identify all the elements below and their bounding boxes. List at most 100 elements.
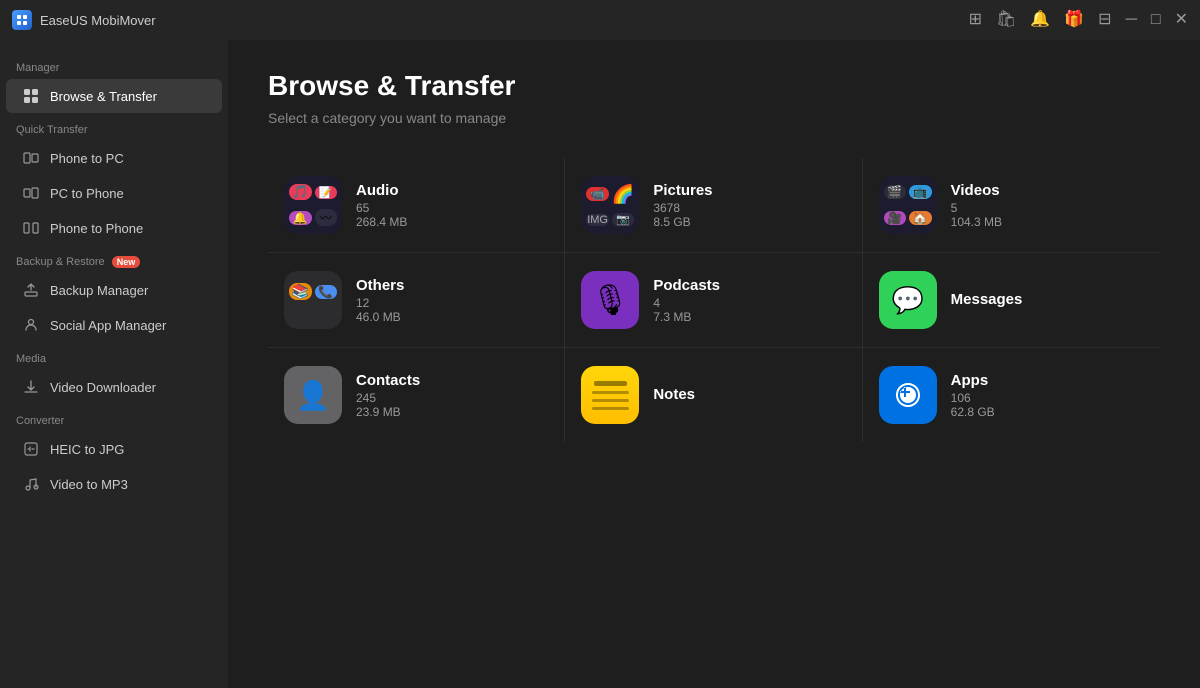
pictures-count: 3678 [653, 201, 712, 215]
sidebar-item-phone-to-pc[interactable]: Phone to PC [6, 141, 222, 175]
sidebar-item-heic-to-jpg[interactable]: HEIC to JPG [6, 432, 222, 466]
sidebar-item-label: Phone to Phone [50, 221, 143, 236]
gift-icon[interactable]: 🎁 [1064, 12, 1084, 28]
contacts-info: Contacts 245 23.9 MB [356, 372, 420, 419]
new-badge: New [112, 256, 141, 268]
audio-info: Audio 65 268.4 MB [356, 182, 407, 229]
sidebar-item-phone-to-phone[interactable]: Phone to Phone [6, 211, 222, 245]
podcasts-icon: 🎙 [581, 271, 639, 329]
contacts-count: 245 [356, 391, 420, 405]
sidebar-item-video-downloader[interactable]: Video Downloader [6, 370, 222, 404]
sidebar-item-backup-manager[interactable]: Backup Manager [6, 273, 222, 307]
bag-icon[interactable]: 🛍 [996, 12, 1016, 28]
audio-icon: 🎵 📝 🔔 〰 [284, 176, 342, 234]
category-card-pictures[interactable]: 📹 🌈 IMG 📷 Pictures 3678 8.5 GB [565, 158, 862, 253]
others-name: Others [356, 277, 404, 294]
videos-size: 104.3 MB [951, 215, 1002, 229]
audio-size: 268.4 MB [356, 215, 407, 229]
section-media: Media [0, 343, 228, 369]
notes-icon [581, 366, 639, 424]
section-backup: Backup & Restore New [0, 246, 228, 272]
category-card-messages[interactable]: 💬 Messages [863, 253, 1160, 348]
apps-name: Apps [951, 372, 995, 389]
video-dl-icon [22, 378, 40, 396]
social-icon [22, 316, 40, 334]
category-card-contacts[interactable]: 👤 Contacts 245 23.9 MB [268, 348, 565, 442]
section-converter: Converter [0, 405, 228, 431]
section-quick-transfer: Quick Transfer [0, 114, 228, 140]
close-button[interactable]: ✕ [1175, 12, 1188, 28]
phone-phone-icon [22, 219, 40, 237]
grid-icon [22, 87, 40, 105]
messages-name: Messages [951, 291, 1023, 308]
sidebar-item-label: Browse & Transfer [50, 89, 157, 104]
contacts-size: 23.9 MB [356, 405, 420, 419]
apps-size: 62.8 GB [951, 405, 995, 419]
sidebar-item-pc-to-phone[interactable]: PC to Phone [6, 176, 222, 210]
audio-count: 65 [356, 201, 407, 215]
sidebar-item-video-to-mp3[interactable]: Video to MP3 [6, 467, 222, 501]
apps-count: 106 [951, 391, 995, 405]
sidebar-item-browse-transfer[interactable]: Browse & Transfer [6, 79, 222, 113]
sidebar-item-label: Video to MP3 [50, 477, 128, 492]
pc-phone-icon [22, 184, 40, 202]
category-grid: 🎵 📝 🔔 〰 Audio 65 268.4 MB 📹 🌈 IMG 📷 [268, 158, 1160, 442]
app-icon [12, 10, 32, 30]
sidebar-item-label: PC to Phone [50, 186, 124, 201]
section-manager: Manager [0, 52, 228, 78]
messages-icon: 💬 [879, 271, 937, 329]
others-icon: 📚 📞 [284, 271, 342, 329]
category-card-others[interactable]: 📚 📞 Others 12 46.0 MB [268, 253, 565, 348]
videos-info: Videos 5 104.3 MB [951, 182, 1002, 229]
contacts-icon: 👤 [284, 366, 342, 424]
podcasts-info: Podcasts 4 7.3 MB [653, 277, 720, 324]
title-bar-left: EaseUS MobiMover [12, 10, 156, 30]
messages-info: Messages [951, 291, 1023, 310]
pictures-name: Pictures [653, 182, 712, 199]
others-info: Others 12 46.0 MB [356, 277, 404, 324]
apps-info: Apps 106 62.8 GB [951, 372, 995, 419]
pictures-size: 8.5 GB [653, 215, 712, 229]
sidebar-item-label: Backup Manager [50, 283, 148, 298]
sidebar-item-label: Phone to PC [50, 151, 124, 166]
podcasts-name: Podcasts [653, 277, 720, 294]
phone-pc-icon [22, 149, 40, 167]
podcasts-count: 4 [653, 296, 720, 310]
category-card-notes[interactable]: Notes [565, 348, 862, 442]
video-mp3-icon [22, 475, 40, 493]
sidebar-item-label: Social App Manager [50, 318, 166, 333]
app-title: EaseUS MobiMover [40, 13, 156, 28]
sidebar-item-label: HEIC to JPG [50, 442, 124, 457]
notes-info: Notes [653, 386, 695, 405]
audio-name: Audio [356, 182, 407, 199]
dropdown-icon[interactable]: ⊟ [1098, 12, 1111, 28]
device-icon[interactable]: ⊞ [969, 12, 982, 28]
notes-name: Notes [653, 386, 695, 403]
videos-icon: 🎬 📺 🎥 🏠 [879, 176, 937, 234]
category-card-apps[interactable]: Apps 106 62.8 GB [863, 348, 1160, 442]
category-card-podcasts[interactable]: 🎙 Podcasts 4 7.3 MB [565, 253, 862, 348]
content-area: Browse & Transfer Select a category you … [228, 40, 1200, 688]
sidebar: Manager Browse & Transfer Quick Transfer… [0, 40, 228, 688]
sidebar-item-label: Video Downloader [50, 380, 156, 395]
maximize-button[interactable]: □ [1151, 12, 1161, 28]
videos-name: Videos [951, 182, 1002, 199]
category-card-videos[interactable]: 🎬 📺 🎥 🏠 Videos 5 104.3 MB [863, 158, 1160, 253]
podcasts-size: 7.3 MB [653, 310, 720, 324]
main-layout: Manager Browse & Transfer Quick Transfer… [0, 40, 1200, 688]
videos-count: 5 [951, 201, 1002, 215]
page-subtitle: Select a category you want to manage [268, 110, 1160, 126]
minimize-button[interactable]: ─ [1126, 12, 1137, 28]
pictures-icon: 📹 🌈 IMG 📷 [581, 176, 639, 234]
sidebar-item-social-app-manager[interactable]: Social App Manager [6, 308, 222, 342]
bell-icon[interactable]: 🔔 [1030, 12, 1050, 28]
title-bar: EaseUS MobiMover ⊞ 🛍 🔔 🎁 ⊟ ─ □ ✕ [0, 0, 1200, 40]
pictures-info: Pictures 3678 8.5 GB [653, 182, 712, 229]
category-card-audio[interactable]: 🎵 📝 🔔 〰 Audio 65 268.4 MB [268, 158, 565, 253]
heic-icon [22, 440, 40, 458]
others-size: 46.0 MB [356, 310, 404, 324]
page-title: Browse & Transfer [268, 70, 1160, 102]
backup-icon [22, 281, 40, 299]
contacts-name: Contacts [356, 372, 420, 389]
apps-icon [879, 366, 937, 424]
